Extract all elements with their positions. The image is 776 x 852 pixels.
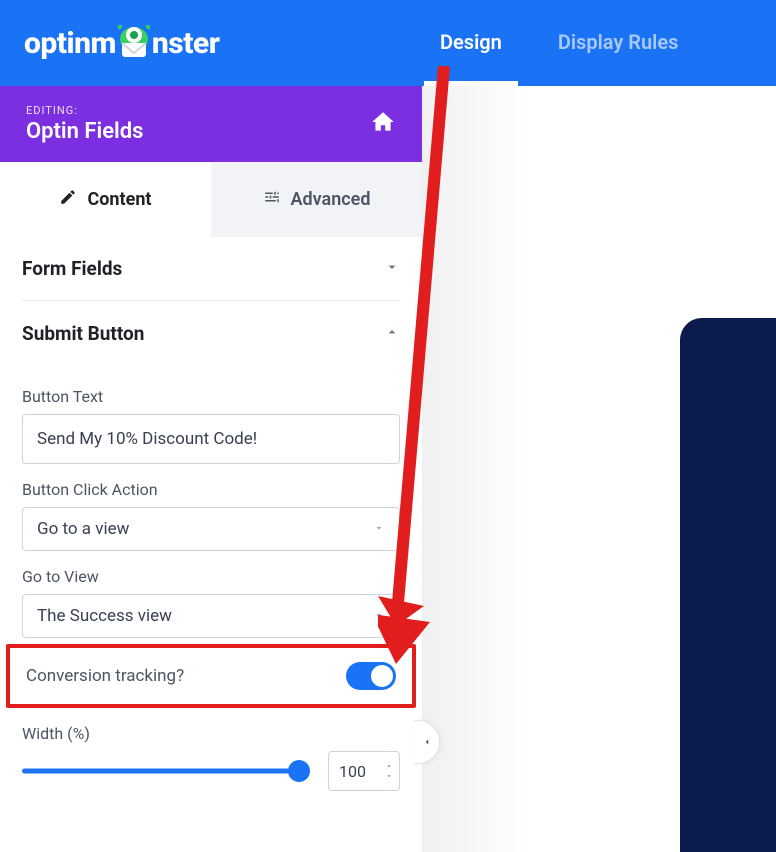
submit-button-settings: Button Text Button Click Action Go to a … [0, 365, 422, 638]
top-nav: Design Display Rules [440, 0, 678, 86]
stepper-up-icon[interactable] [385, 762, 393, 770]
go-to-view-label: Go to View [22, 567, 400, 586]
go-to-view-value: The Success view [37, 606, 172, 626]
button-text-input[interactable] [22, 414, 400, 464]
accordion-form-fields[interactable]: Form Fields [22, 237, 400, 301]
width-value: 100 [339, 762, 366, 781]
slider-thumb[interactable] [288, 760, 310, 782]
width-number-input[interactable]: 100 [328, 751, 400, 791]
editing-label: EDITING: [26, 104, 143, 117]
accordion-submit-button[interactable]: Submit Button [22, 301, 400, 365]
side-panel: Content Advanced Form Fields Submit Butt… [0, 162, 422, 797]
tab-advanced[interactable]: Advanced [211, 162, 422, 237]
chevron-up-icon [384, 322, 400, 345]
width-slider[interactable] [22, 759, 308, 783]
panel-tabs: Content Advanced [0, 162, 422, 237]
nav-design[interactable]: Design [440, 0, 502, 86]
sliders-icon [263, 188, 281, 211]
conversion-tracking-toggle[interactable] [346, 662, 396, 690]
home-icon[interactable] [370, 109, 396, 139]
caret-down-icon [373, 519, 385, 539]
button-click-action-select[interactable]: Go to a view [22, 507, 400, 551]
caret-down-icon [373, 606, 385, 626]
top-bar: optinm nster Design Display Rules [0, 0, 776, 86]
logo-text-pre: optinm [24, 26, 116, 61]
accordion-submit-button-label: Submit Button [22, 322, 144, 345]
accordion-form-fields-label: Form Fields [22, 257, 122, 280]
width-label: Width (%) [22, 724, 400, 743]
conversion-tracking-label: Conversion tracking? [26, 666, 184, 686]
conversion-tracking-row: Conversion tracking? [6, 644, 416, 708]
editing-title: Optin Fields [26, 119, 143, 144]
button-click-action-label: Button Click Action [22, 480, 400, 499]
tab-advanced-label: Advanced [291, 189, 371, 210]
logo-text-post: nster [152, 26, 219, 61]
chevron-down-icon [384, 257, 400, 280]
number-stepper[interactable] [385, 762, 393, 780]
tab-content-label: Content [87, 189, 151, 210]
button-click-action-value: Go to a view [37, 519, 129, 539]
go-to-view-select[interactable]: The Success view [22, 594, 400, 638]
logo-monster-icon [114, 23, 154, 63]
pencil-icon [59, 188, 77, 211]
tab-content[interactable]: Content [0, 162, 211, 237]
editing-bar: EDITING: Optin Fields [0, 86, 422, 162]
canvas-preview [680, 318, 776, 852]
panel-collapse-handle[interactable] [414, 720, 440, 764]
nav-display-rules[interactable]: Display Rules [558, 0, 679, 86]
logo: optinm nster [24, 23, 219, 63]
stepper-down-icon[interactable] [385, 772, 393, 780]
button-text-label: Button Text [22, 387, 400, 406]
width-setting: Width (%) 100 [0, 708, 422, 797]
